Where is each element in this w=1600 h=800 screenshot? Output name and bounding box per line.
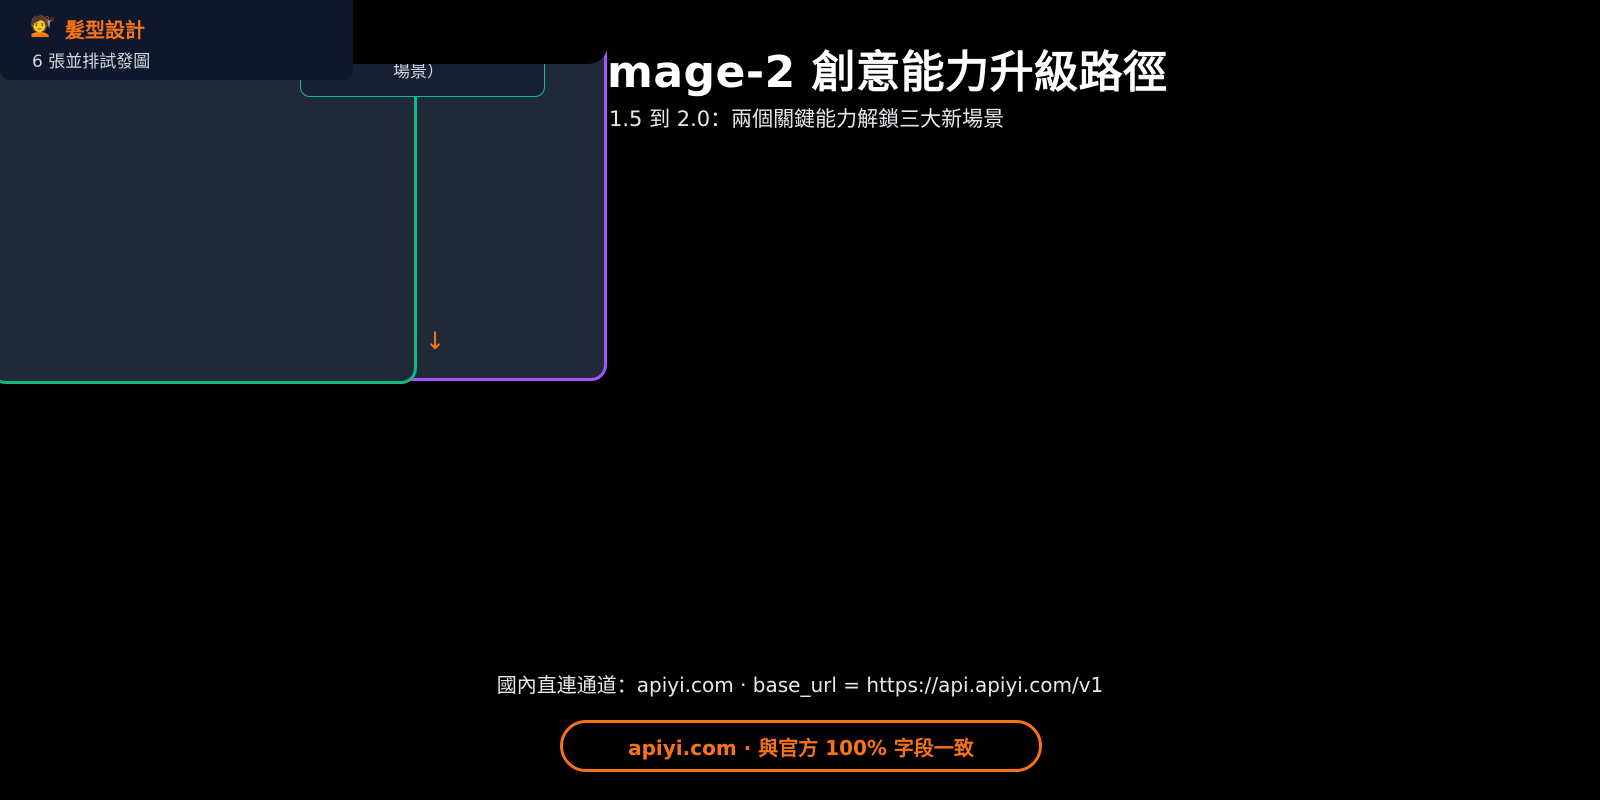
feature-card-hair-design: 💇 髮型設計 6 張並排試發圖 (0, 0, 353, 80)
page-title: mage-2 創意能力升級路徑 (607, 47, 1168, 98)
feature-card-title: 髮型設計 (65, 18, 145, 42)
page-subtitle: 1.5 到 2.0：兩個關鍵能力解鎖三大新場景 (609, 107, 1005, 131)
apiyi-cta-button[interactable]: apiyi.com · 與官方 100% 字段一致 (560, 720, 1042, 772)
arrow-down-icon: ↓ (425, 327, 446, 355)
channel-info-text: 國內直連通道：apiyi.com · base_url = https://ap… (496, 673, 1104, 697)
feature-card-subtitle: 6 張並排試發圖 (32, 52, 151, 72)
hairstylist-icon: 💇 (30, 14, 55, 38)
